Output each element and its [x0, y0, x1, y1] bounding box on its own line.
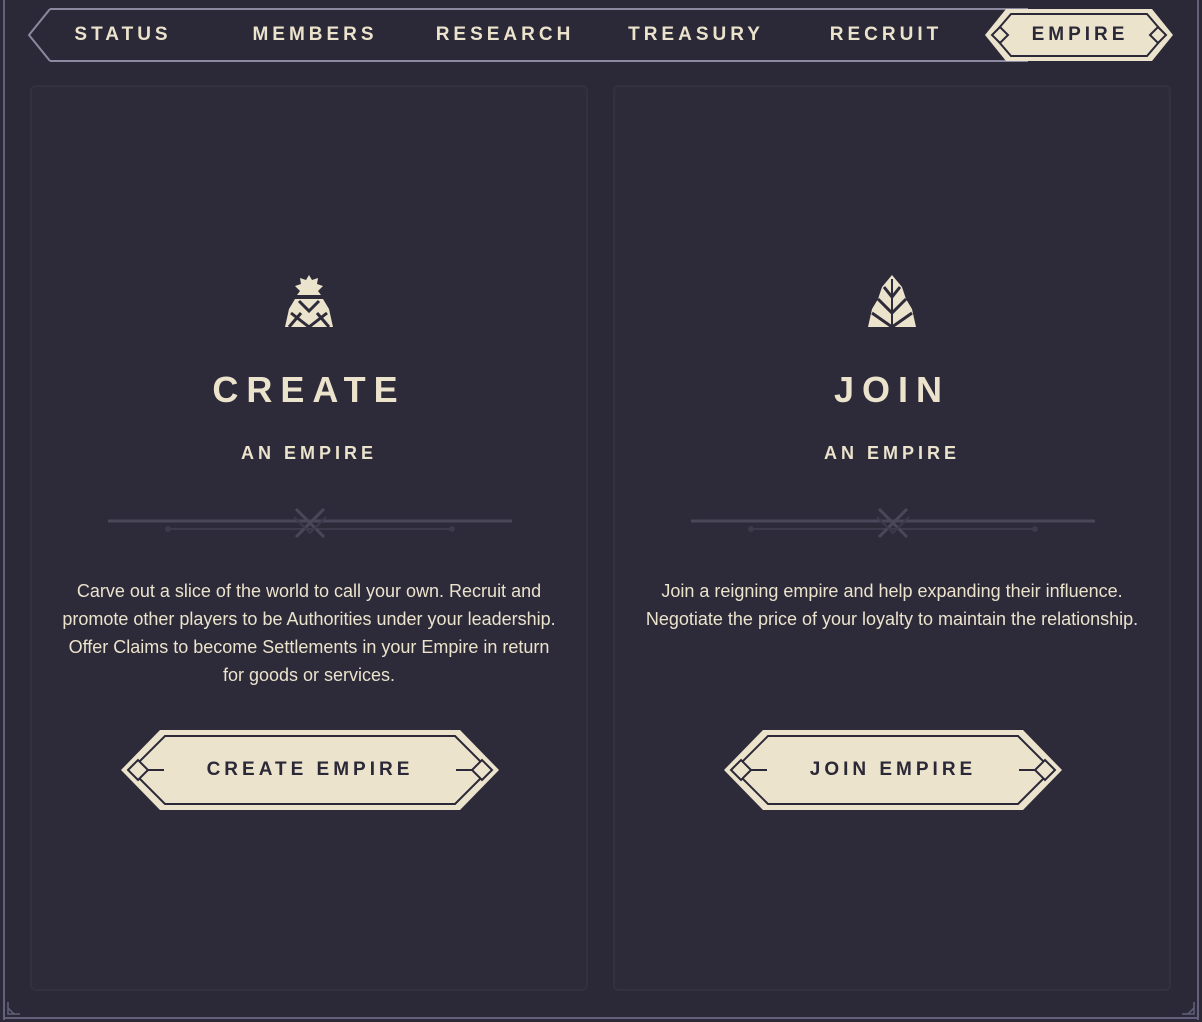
empire-window: STATUS MEMBERS RESEARCH TREASURY RECRUIT… [0, 0, 1202, 1022]
tab-members[interactable]: MEMBERS [240, 8, 390, 62]
join-empire-button-label: JOIN EMPIRE [809, 759, 977, 780]
panel-subtitle: AN EMPIRE [240, 443, 377, 463]
panel-title: JOIN [833, 369, 951, 410]
join-empire-button[interactable]: JOIN EMPIRE [723, 729, 1063, 811]
window-border-right [1197, 0, 1199, 1020]
tower-icon [868, 275, 916, 329]
join-empire-panel: JOIN AN EMPIRE Join a reigning empire an… [613, 85, 1171, 991]
window-border-left [3, 0, 5, 1020]
ornamental-divider [108, 507, 512, 539]
tab-research[interactable]: RESEARCH [430, 8, 580, 62]
tab-status[interactable]: STATUS [50, 8, 196, 62]
panel-subtitle: AN EMPIRE [823, 443, 960, 463]
panel-description: Carve out a slice of the world to call y… [62, 581, 556, 685]
tab-empire[interactable]: EMPIRE [1002, 8, 1158, 62]
tab-bar: STATUS MEMBERS RESEARCH TREASURY RECRUIT… [28, 8, 1174, 62]
panel-description: Join a reigning empire and help expandin… [645, 581, 1139, 629]
panel-title: CREATE [212, 369, 406, 410]
create-empire-button-label: CREATE EMPIRE [206, 759, 414, 780]
crown-tower-icon [285, 275, 333, 329]
ornamental-divider [691, 507, 1095, 539]
corner-ornament-icon [1172, 992, 1199, 1019]
create-empire-panel: CREATE AN EMPIRE Carve out a slice of th… [30, 85, 588, 991]
tab-treasury[interactable]: TREASURY [621, 8, 771, 62]
window-border-bottom [3, 1017, 1199, 1019]
tab-recruit[interactable]: RECRUIT [811, 8, 961, 62]
corner-ornament-icon [3, 992, 30, 1019]
create-empire-button[interactable]: CREATE EMPIRE [120, 729, 500, 811]
